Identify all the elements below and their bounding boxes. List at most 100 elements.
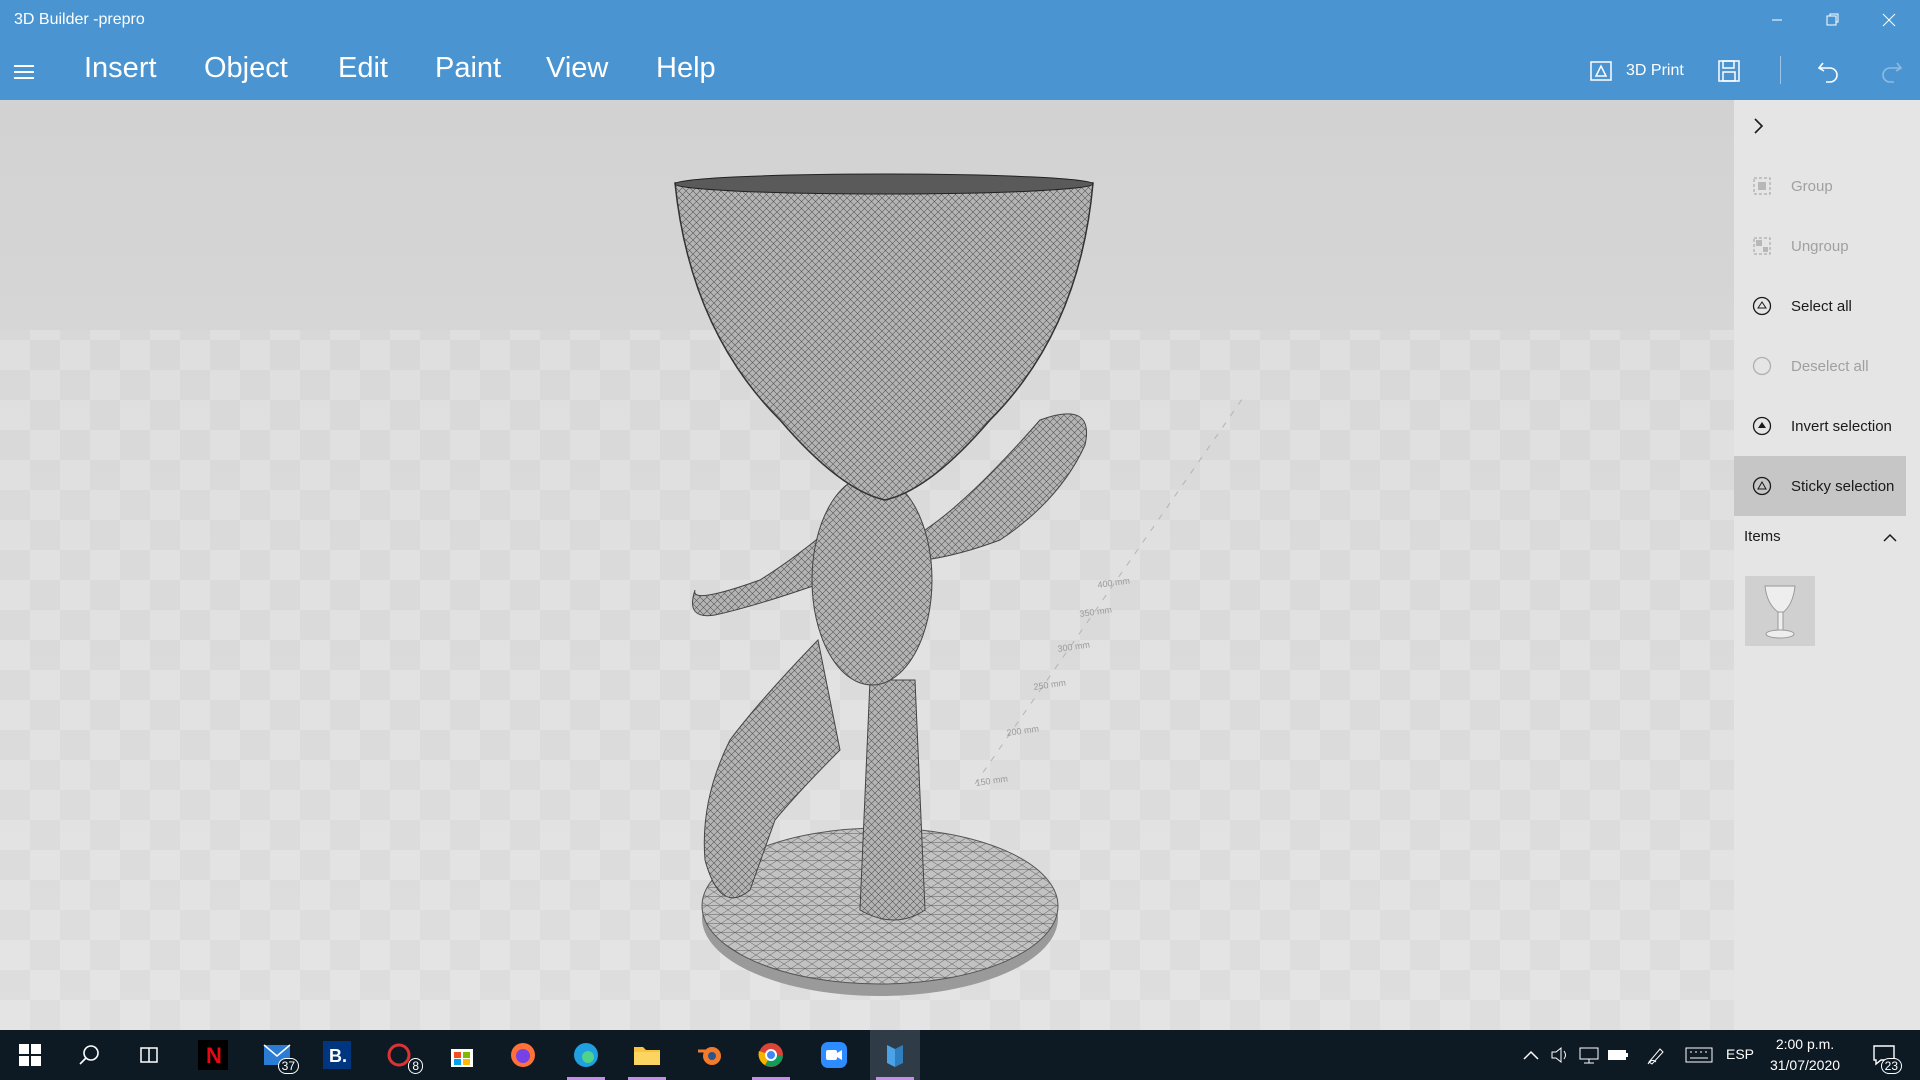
firefox-icon (511, 1043, 535, 1067)
redo-button[interactable] (1876, 56, 1906, 86)
menu-edit[interactable]: Edit (338, 52, 388, 85)
menu-help[interactable]: Help (656, 52, 716, 85)
menu-object[interactable]: Object (204, 52, 288, 85)
taskbar-3d-builder[interactable] (870, 1030, 920, 1080)
viewport-scene: 150 mm 200 mm 250 mm 300 mm 350 mm 400 m… (0, 173, 1734, 1030)
start-button[interactable] (5, 1030, 55, 1080)
select-all-icon (1751, 295, 1773, 317)
model-thumbnail-icon (1764, 585, 1796, 639)
svg-text:N: N (206, 1043, 222, 1068)
search-button[interactable] (64, 1030, 114, 1080)
action-center-button[interactable]: 23 (1868, 1040, 1902, 1074)
taskbar-netflix[interactable]: N (188, 1030, 238, 1080)
undo-button[interactable] (1814, 56, 1844, 86)
close-button[interactable] (1866, 4, 1912, 36)
title-bar: 3D Builder -prepro Insert Object Edit Pa… (0, 0, 1920, 100)
selection-panel: Group Ungroup Select all Deselect all In… (1734, 100, 1920, 1030)
taskbar-app[interactable]: 8 (376, 1030, 426, 1080)
3d-print-label: 3D Print (1626, 62, 1684, 79)
speaker-icon (1551, 1046, 1566, 1064)
toolbar-divider (1780, 56, 1781, 84)
show-hidden-icons-button[interactable] (1520, 1044, 1542, 1066)
taskbar-zoom[interactable] (809, 1030, 859, 1080)
windows-icon (19, 1044, 41, 1066)
clock-date: 31/07/2020 (1769, 1057, 1841, 1073)
redo-icon (1882, 62, 1903, 83)
battery-icon (1608, 1050, 1628, 1060)
blender-icon (698, 1047, 721, 1065)
taskbar-mail[interactable]: 37 (252, 1030, 302, 1080)
deselect-all-button[interactable]: Deselect all (1734, 337, 1906, 395)
volume-button[interactable] (1549, 1044, 1571, 1066)
menu-paint[interactable]: Paint (435, 52, 501, 85)
pen-icon (1647, 1048, 1664, 1065)
store-icon (451, 1049, 473, 1067)
items-section-label: Items (1744, 528, 1781, 545)
restore-button[interactable] (1810, 4, 1856, 36)
deselect-all-icon (1751, 355, 1773, 377)
taskbar-file-explorer[interactable] (622, 1030, 672, 1080)
save-icon (1718, 60, 1740, 82)
group-label: Group (1791, 177, 1833, 195)
window-title: 3D Builder -prepro (14, 11, 145, 28)
3d-viewport[interactable]: 150 mm 200 mm 250 mm 300 mm 350 mm 400 m… (0, 100, 1734, 1030)
app-badge: 8 (408, 1058, 423, 1074)
pen-workspace-button[interactable] (1645, 1044, 1667, 1066)
taskbar-blender[interactable] (685, 1030, 735, 1080)
printer-3d-icon (1590, 61, 1612, 81)
invert-selection-label: Invert selection (1791, 417, 1892, 435)
clock[interactable]: 2:00 p.m. 31/07/2020 (1760, 1034, 1850, 1076)
taskbar-store[interactable] (437, 1030, 487, 1080)
chevron-up-icon (1883, 533, 1897, 542)
minimize-button[interactable] (1754, 4, 1800, 36)
zoom-icon (821, 1042, 847, 1068)
booking-icon: B. (323, 1041, 351, 1069)
hamburger-menu-button[interactable] (14, 58, 42, 86)
select-all-label: Select all (1791, 297, 1852, 315)
invert-selection-button[interactable]: Invert selection (1734, 397, 1906, 455)
chrome-icon (758, 1043, 783, 1067)
task-view-icon (140, 1047, 158, 1063)
network-button[interactable] (1578, 1044, 1600, 1066)
taskbar-edge[interactable] (561, 1030, 611, 1080)
item-thumbnail[interactable] (1745, 576, 1815, 646)
touch-keyboard-button[interactable] (1684, 1044, 1714, 1066)
network-icon (1579, 1047, 1599, 1064)
taskbar-booking[interactable]: B. (312, 1030, 362, 1080)
task-view-button[interactable] (124, 1030, 174, 1080)
items-collapse-button[interactable] (1882, 530, 1898, 548)
ungroup-label: Ungroup (1791, 237, 1849, 255)
3d-builder-icon (887, 1045, 903, 1067)
taskbar-firefox[interactable] (498, 1030, 548, 1080)
group-button[interactable]: Group (1734, 157, 1906, 215)
mail-badge: 37 (277, 1058, 299, 1074)
taskbar-chrome[interactable] (746, 1030, 796, 1080)
save-button[interactable] (1714, 56, 1744, 86)
undo-icon (1817, 62, 1838, 83)
ungroup-button[interactable]: Ungroup (1734, 217, 1906, 275)
edge-icon (574, 1043, 598, 1067)
sticky-selection-button[interactable]: Sticky selection (1734, 456, 1906, 516)
keyboard-icon (1685, 1047, 1713, 1063)
netflix-icon: N (198, 1040, 228, 1070)
chevron-right-icon (1754, 118, 1764, 134)
3d-print-button[interactable]: 3D Print (1588, 56, 1684, 86)
ungroup-icon (1751, 235, 1773, 257)
sticky-selection-icon (1751, 475, 1773, 497)
folder-icon (634, 1047, 660, 1065)
taskbar: N 37 B. 8 ESP 2:00 p.m. 31/07/2020 23 (0, 1030, 1920, 1080)
input-language[interactable]: ESP (1726, 1046, 1754, 1062)
menu-view[interactable]: View (546, 52, 608, 85)
select-all-button[interactable]: Select all (1734, 277, 1906, 335)
collapse-panel-button[interactable] (1748, 116, 1768, 141)
sticky-selection-label: Sticky selection (1791, 477, 1895, 495)
group-icon (1751, 175, 1773, 197)
clock-time: 2:00 p.m. (1775, 1036, 1835, 1052)
chevron-up-icon (1523, 1050, 1539, 1060)
svg-text:B.: B. (329, 1046, 347, 1066)
notification-badge: 23 (1880, 1058, 1902, 1074)
menu-insert[interactable]: Insert (84, 52, 157, 85)
battery-button[interactable] (1607, 1044, 1629, 1066)
search-icon (79, 1045, 99, 1065)
deselect-all-label: Deselect all (1791, 357, 1869, 375)
